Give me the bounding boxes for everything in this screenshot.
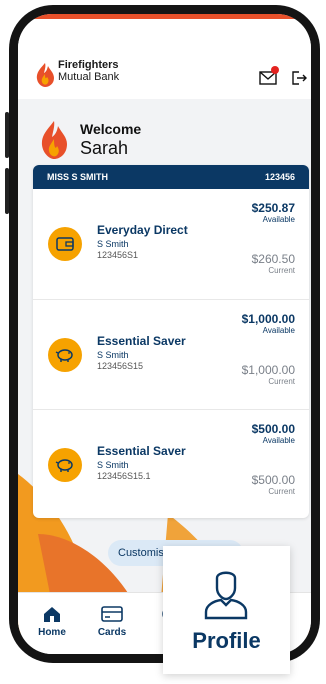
available-balance: $500.00 xyxy=(251,422,295,436)
piggy-bank-icon xyxy=(48,448,82,482)
current-balance: $500.00 xyxy=(251,473,295,487)
account-row[interactable]: Essential Saver S Smith 123456S15.1 $500… xyxy=(33,409,309,518)
piggy-bank-icon xyxy=(48,338,82,372)
account-holder-label: MISS S SMITH xyxy=(47,172,109,182)
current-label: Current xyxy=(268,377,295,386)
account-name: Everyday Direct xyxy=(97,223,188,237)
logout-icon[interactable] xyxy=(290,69,308,87)
welcome-heading: Welcome xyxy=(80,121,142,137)
account-holder: S Smith xyxy=(97,460,129,470)
home-icon xyxy=(44,607,60,622)
available-label: Available xyxy=(262,326,295,335)
account-holder: S Smith xyxy=(97,239,129,249)
accounts-card: MISS S SMITH 123456 Everyday Direct S Sm… xyxy=(33,165,309,518)
tab-label: Cards xyxy=(97,627,127,638)
available-balance: $250.87 xyxy=(251,201,295,215)
tab-label: Home xyxy=(38,627,66,638)
brand-name: Firefighters xyxy=(58,59,119,71)
account-number: 123456S1 xyxy=(97,250,139,260)
available-balance: $1,000.00 xyxy=(241,312,295,326)
profile-tab-callout[interactable]: Profile xyxy=(163,546,290,674)
customer-number: 123456 xyxy=(264,172,295,182)
notification-badge xyxy=(271,66,279,74)
account-holder: S Smith xyxy=(97,350,129,360)
tab-cards[interactable]: Cards xyxy=(82,605,142,638)
current-label: Current xyxy=(268,487,295,496)
card-header: MISS S SMITH 123456 xyxy=(33,165,309,189)
account-name: Essential Saver xyxy=(97,334,186,348)
account-number: 123456S15 xyxy=(97,361,144,371)
account-row[interactable]: Everyday Direct S Smith 123456S1 $250.87… xyxy=(33,189,309,299)
profile-label: Profile xyxy=(192,628,261,653)
account-row[interactable]: Essential Saver S Smith 123456S15 $1,000… xyxy=(33,299,309,409)
wallet-icon xyxy=(48,227,82,261)
available-label: Available xyxy=(262,215,295,224)
brand-logo-icon xyxy=(36,63,54,87)
current-balance: $1,000.00 xyxy=(241,363,295,377)
flame-icon xyxy=(41,121,67,159)
account-name: Essential Saver xyxy=(97,444,186,458)
account-number: 123456S15.1 xyxy=(97,471,151,481)
brand-subname: Mutual Bank xyxy=(58,71,120,83)
volume-up-button xyxy=(5,112,9,158)
available-label: Available xyxy=(262,436,295,445)
user-name: Sarah xyxy=(80,138,129,158)
current-label: Current xyxy=(268,266,295,275)
current-balance: $260.50 xyxy=(251,252,295,266)
tab-home[interactable]: Home xyxy=(22,605,82,638)
profile-icon xyxy=(204,571,248,620)
card-icon xyxy=(101,606,123,622)
volume-down-button xyxy=(5,168,9,214)
